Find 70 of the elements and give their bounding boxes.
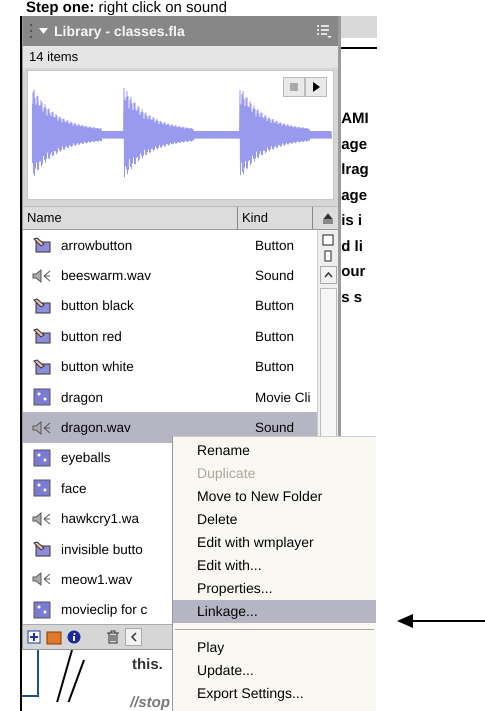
- trash-icon[interactable]: [106, 630, 120, 644]
- item-name: arrowbutton: [60, 238, 132, 253]
- item-name: dragon: [60, 390, 104, 405]
- document-text: s s: [341, 290, 364, 306]
- item-kind: Button: [255, 298, 296, 314]
- play-button[interactable]: [305, 77, 327, 97]
- item-kind: Sound: [255, 420, 296, 436]
- item-kind: Button: [255, 359, 296, 374]
- code-text: this.: [132, 656, 163, 673]
- button-symbol-icon: [32, 328, 52, 344]
- column-header[interactable]: Name: [23, 207, 238, 229]
- item-name: beeswarm.wav: [60, 268, 152, 284]
- document-tab-bar: [341, 16, 377, 38]
- item-count: 14 items: [23, 46, 338, 68]
- caret-up-icon: [324, 272, 332, 278]
- sort-icon[interactable]: [321, 211, 335, 225]
- wide-view-icon[interactable]: [322, 234, 334, 246]
- speaker-icon: [32, 420, 52, 436]
- movie-clip-icon: [33, 479, 51, 498]
- item-name: button red: [60, 328, 122, 344]
- speaker-icon: [32, 510, 52, 527]
- movie-clip-icon: [33, 388, 51, 406]
- instruction-heading: Step one: right click on sound: [25, 0, 228, 16]
- button-symbol-icon: [32, 358, 52, 375]
- stop-icon: [290, 83, 298, 91]
- document-text: lrag: [341, 162, 370, 178]
- document-text: age: [341, 136, 368, 152]
- collapse-arrow-icon[interactable]: [39, 28, 48, 34]
- item-name: movieclip for c: [60, 602, 148, 618]
- item-name: meow1.wav: [60, 572, 132, 587]
- item-name: button black: [60, 298, 134, 314]
- menu-item[interactable]: Export Settings...: [173, 682, 376, 705]
- folder-icon[interactable]: [46, 629, 62, 645]
- item-name: hawkcry1.wa: [60, 511, 140, 526]
- menu-icon[interactable]: [316, 24, 332, 38]
- document-text: our: [341, 264, 366, 280]
- new-symbol-icon[interactable]: [27, 630, 41, 644]
- button-symbol-icon: [32, 237, 52, 254]
- speaker-icon: [32, 268, 52, 284]
- item-name: button white: [60, 359, 134, 374]
- menu-item[interactable]: Update...: [173, 659, 376, 682]
- movie-clip-icon: [33, 600, 51, 619]
- menu-item[interactable]: Play: [173, 636, 376, 659]
- scroll-left-button[interactable]: [125, 628, 142, 646]
- document-text: AMI: [341, 111, 370, 127]
- menu-item[interactable]: Linkage...: [173, 600, 376, 623]
- speaker-icon: [32, 571, 52, 588]
- document-text: d li: [341, 238, 364, 254]
- item-name: eyeballs: [60, 450, 111, 466]
- code-text: //stop: [130, 694, 170, 711]
- play-icon: [312, 82, 320, 92]
- button-symbol-icon: [32, 541, 52, 558]
- item-kind: Movie Cli: [255, 390, 312, 405]
- item-kind: Button: [255, 238, 296, 253]
- document-text: age: [341, 188, 368, 204]
- button-symbol-icon: [32, 298, 52, 314]
- column-header[interactable]: Kind: [238, 207, 313, 229]
- scroll-up-button[interactable]: [320, 266, 336, 284]
- item-kind: Sound: [255, 268, 296, 284]
- grip-icon: [29, 23, 33, 39]
- item-name: invisible butto: [60, 542, 143, 557]
- item-kind: Button: [255, 328, 296, 344]
- panel-title: Library - classes.fla: [54, 23, 186, 39]
- info-icon[interactable]: [67, 630, 81, 644]
- item-name: face: [60, 480, 87, 496]
- caret-left-icon: [130, 632, 136, 642]
- narrow-view-icon[interactable]: [324, 250, 332, 262]
- document-text: is i: [341, 213, 364, 229]
- movie-clip-icon: [33, 448, 51, 467]
- item-name: dragon.wav: [60, 420, 131, 436]
